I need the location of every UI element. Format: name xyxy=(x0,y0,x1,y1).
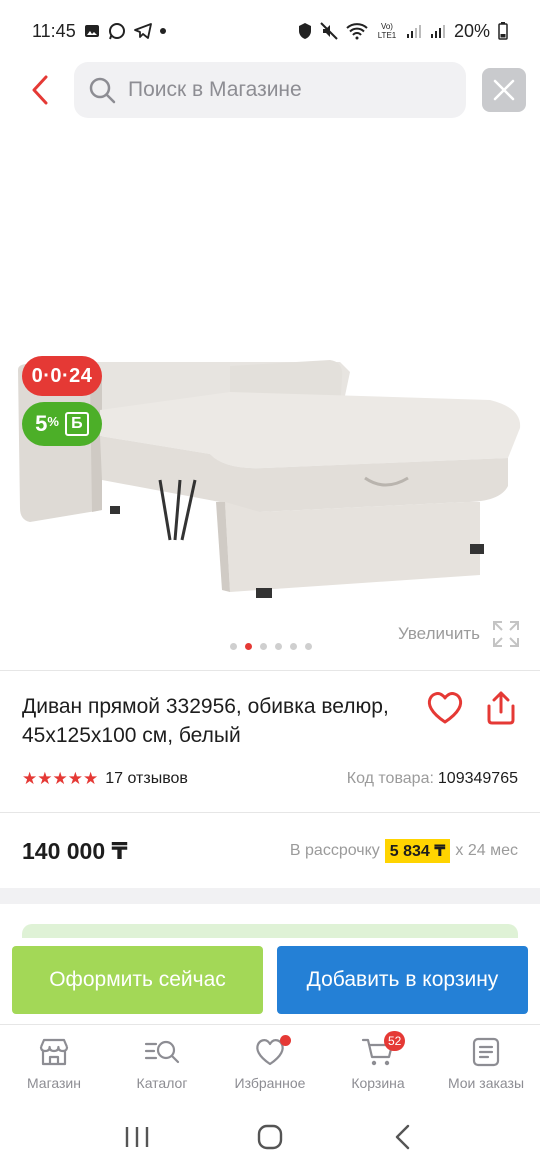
reviews-link[interactable]: 17 отзывов xyxy=(105,770,188,788)
home-button[interactable] xyxy=(240,1117,300,1157)
zoom-button[interactable]: Увеличить xyxy=(398,620,520,648)
search-input[interactable] xyxy=(128,78,428,102)
store-icon xyxy=(39,1038,69,1066)
nav-label: Магазин xyxy=(26,1075,81,1091)
gallery-pagination xyxy=(230,643,312,650)
search-header xyxy=(0,62,540,118)
mute-icon xyxy=(320,22,338,40)
close-icon xyxy=(493,79,515,101)
rating-stars: ★ ★ ★ ★ ★ xyxy=(22,769,98,789)
installment-suffix: х 24 мес xyxy=(455,842,518,859)
share-icon xyxy=(487,691,515,725)
product-gallery[interactable]: 0·0·24 5 % Б Увеличить xyxy=(0,140,540,665)
lte-label: Vo) LTE1 xyxy=(377,22,397,40)
catalog-search-icon xyxy=(144,1040,180,1064)
star-icon: ★ xyxy=(37,769,52,788)
installment-badge: 0·0·24 xyxy=(22,356,102,396)
heart-icon xyxy=(427,692,463,724)
product-title: Диван прямой 332956, обивка велюр, 45x12… xyxy=(22,695,389,747)
wifi-icon xyxy=(346,22,368,40)
nav-item-favorites[interactable]: Избранное xyxy=(216,1025,324,1104)
sku-value: 109349765 xyxy=(437,770,518,787)
divider xyxy=(0,670,540,671)
bonus-percent-sign: % xyxy=(47,413,59,429)
nav-item-orders[interactable]: Мои заказы xyxy=(432,1025,540,1104)
orders-icon xyxy=(472,1037,500,1067)
telegram-icon xyxy=(133,23,152,39)
installment-prefix: В рассрочку xyxy=(289,842,380,859)
nav-item-cart[interactable]: 52 Корзина xyxy=(324,1025,432,1104)
battery-icon xyxy=(498,22,508,40)
bonus-symbol: Б xyxy=(64,412,89,436)
close-button[interactable] xyxy=(482,68,526,112)
back-button[interactable] xyxy=(22,72,58,108)
gallery-icon xyxy=(84,23,100,39)
status-bar: 11:45 Vo) LTE1 20% xyxy=(0,0,540,62)
star-icon: ★ xyxy=(83,769,98,788)
search-box[interactable] xyxy=(74,62,466,118)
system-back-button[interactable] xyxy=(373,1117,433,1157)
nav-label: Избранное xyxy=(234,1075,306,1091)
pagination-dot[interactable] xyxy=(275,643,282,650)
sku-label-text: Код товара: xyxy=(346,770,434,787)
section-separator xyxy=(0,888,540,904)
zoom-label: Увеличить xyxy=(398,624,480,643)
recent-apps-icon xyxy=(125,1127,148,1147)
bonus-badge: 5 % Б xyxy=(22,402,102,446)
installment-amount: 5 834 ₸ xyxy=(384,839,451,863)
nav-label: Корзина xyxy=(351,1075,405,1091)
pagination-dot[interactable] xyxy=(305,643,312,650)
battery-percent: 20% xyxy=(453,20,490,41)
shield-icon xyxy=(298,22,312,40)
promo-banner[interactable] xyxy=(22,924,518,938)
system-navigation xyxy=(0,1104,540,1170)
share-button[interactable] xyxy=(484,690,518,726)
recent-apps-button[interactable] xyxy=(107,1117,167,1157)
chevron-left-icon xyxy=(32,75,48,105)
pagination-dot[interactable] xyxy=(290,643,297,650)
add-to-cart-button[interactable]: Добавить в корзину xyxy=(277,946,528,1014)
installment-info[interactable]: В рассрочку 5 834 ₸ х 24 мес xyxy=(290,839,518,863)
star-icon: ★ xyxy=(52,769,68,788)
nav-item-store[interactable]: Магазин xyxy=(0,1025,108,1104)
sku-label: Код товара: 109349765 xyxy=(347,770,518,788)
nav-item-catalog[interactable]: Каталог xyxy=(108,1025,216,1104)
pagination-dot[interactable] xyxy=(260,643,267,650)
star-icon: ★ xyxy=(22,769,37,788)
star-icon: ★ xyxy=(67,769,83,788)
bonus-percent: 5 xyxy=(35,411,48,436)
bottom-navigation: Магазин Каталог Избранное 52 Корзина Мои… xyxy=(0,1024,540,1104)
checkout-now-button[interactable]: Оформить сейчас xyxy=(12,946,263,1014)
nav-label: Каталог xyxy=(136,1075,188,1091)
pagination-dot-active[interactable] xyxy=(245,643,252,650)
favorite-button[interactable] xyxy=(426,690,464,726)
signal-icon-2 xyxy=(430,23,446,39)
back-arrow-icon xyxy=(396,1124,410,1150)
nav-label: Мои заказы xyxy=(447,1075,525,1091)
home-icon xyxy=(257,1124,283,1150)
pagination-dot[interactable] xyxy=(230,643,237,650)
expand-icon xyxy=(493,621,519,647)
search-icon xyxy=(89,77,116,104)
rating-row: ★ ★ ★ ★ ★ 17 отзывов Код товара: 109349765 xyxy=(22,768,518,790)
notification-dot-icon xyxy=(159,28,166,34)
cart-badge-count: 52 xyxy=(384,1031,406,1051)
price-row: 140 000 ₸ В рассрочку 5 834 ₸ х 24 мес xyxy=(22,836,518,866)
signal-icon xyxy=(406,23,422,39)
divider xyxy=(0,812,540,813)
status-time: 11:45 xyxy=(32,20,76,41)
product-price: 140 000 ₸ xyxy=(22,837,128,864)
favorites-badge-dot xyxy=(280,1035,291,1046)
whatsapp-icon xyxy=(108,22,126,40)
